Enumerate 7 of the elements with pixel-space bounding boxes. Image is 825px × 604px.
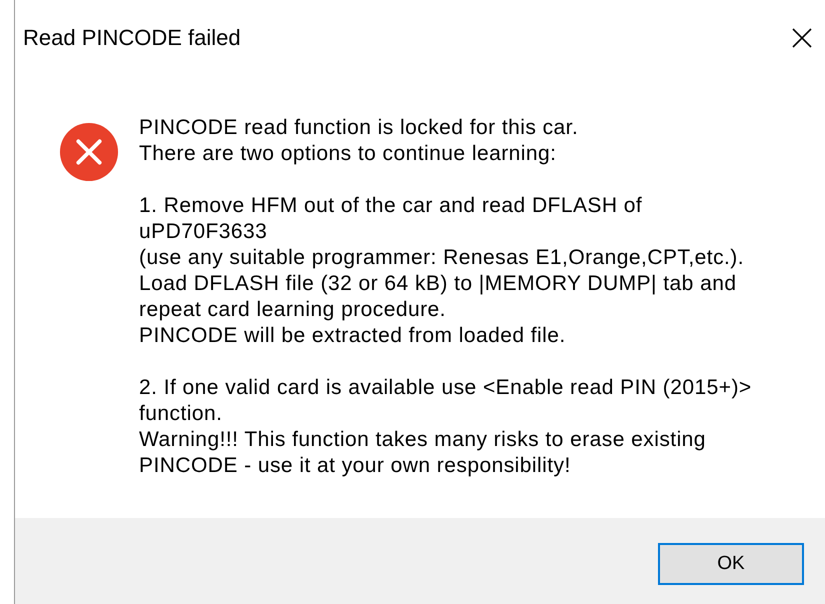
ok-button[interactable]: OK bbox=[658, 543, 804, 585]
error-icon bbox=[59, 122, 119, 182]
message-text: PINCODE read function is locked for this car. There are two options to continue learning: bbox=[139, 115, 580, 167]
window-title: Read PINCODE failed bbox=[23, 25, 241, 51]
close-icon bbox=[792, 28, 812, 48]
message-text: 1. Remove HFM out of the car and read DFLASH of uPD70F3633 (use any suitable programmer: Renesas E1,Orange,CPT,etc.). Load DFLASH file (32 or 64 kB) to |MEMORY DUMP| tab and repeat card learning procedure. PINCODE will be extracted from loaded file. bbox=[139, 193, 746, 349]
message-text: 2. If one valid card is available use <Enable read PIN (2015+)> function. Warning!!! This function takes many risks to erase existing PINCODE - use it at your own responsibility! bbox=[139, 375, 752, 479]
